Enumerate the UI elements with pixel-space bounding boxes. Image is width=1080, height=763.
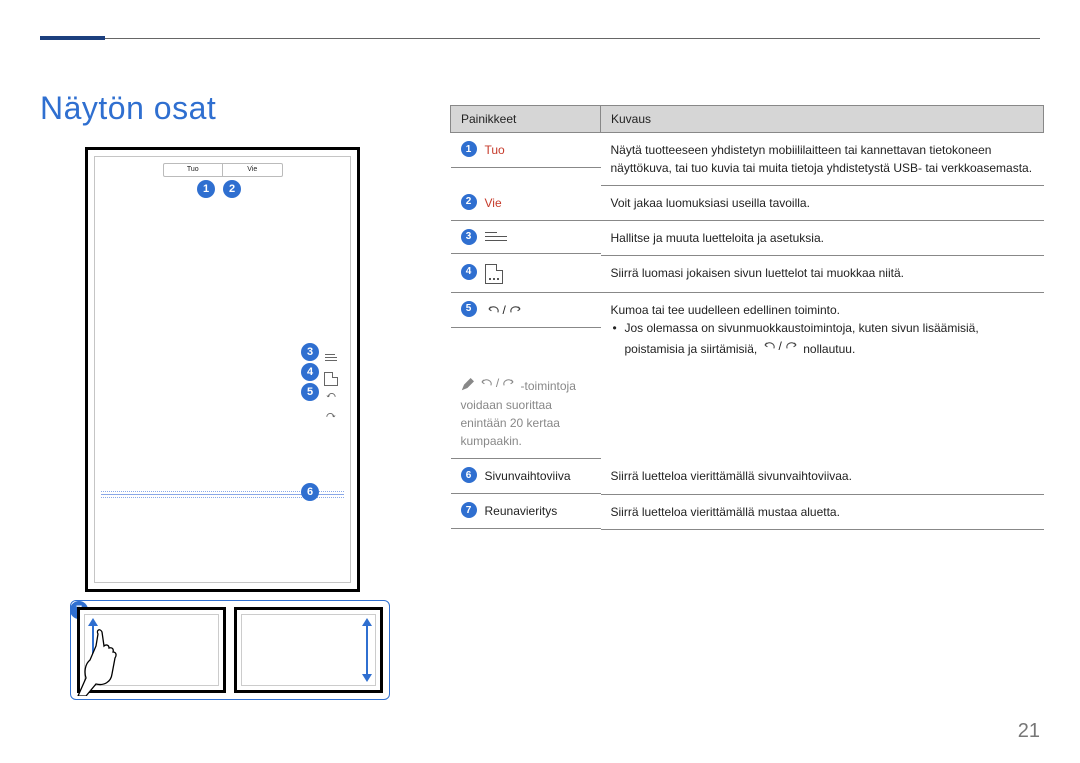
row-desc: Siirrä luetteloa vierittämällä mustaa al… [601, 494, 1044, 529]
row-desc: Kumoa tai tee uudelleen edellinen toimin… [601, 293, 1044, 367]
row-desc: Näytä tuotteeseen yhdistetyn mobiililait… [601, 133, 1044, 186]
callout-6: 6 [301, 483, 319, 501]
mini-screen-left [77, 607, 226, 693]
undo-redo-icon-inline: / [478, 374, 517, 392]
page-number: 21 [1018, 720, 1040, 743]
table-row: 3 Hallitse ja muuta luetteloita ja asetu… [451, 221, 1044, 256]
row-desc: Voit jakaa luomuksiasi useilla tavoilla. [601, 186, 1044, 221]
th-desc: Kuvaus [601, 106, 1044, 133]
hamburger-icon [485, 229, 507, 244]
hamburger-icon [324, 352, 338, 366]
row-label: Vie [485, 194, 502, 212]
pen-icon [461, 377, 475, 396]
row-label: Tuo [485, 141, 505, 159]
table-row: 7 Reunavieritys Siirrä luetteloa vieritt… [451, 494, 1044, 529]
row-badge: 3 [461, 229, 477, 245]
header-rule [40, 38, 1040, 39]
undo-redo-icon: / [485, 301, 524, 319]
tab-export: Vie [223, 164, 282, 176]
row-note: / -toimintoja voidaan suorittaa enintään… [451, 366, 601, 459]
callout-2: 2 [223, 180, 241, 198]
table-row: 5 / Kumoa tai tee uudelleen edellinen to… [451, 293, 1044, 367]
description-table: Painikkeet Kuvaus 1 Tuo Näytä tuotteesee… [450, 105, 1044, 530]
hand-icon [76, 626, 126, 696]
row-label: Sivunvaihtoviiva [485, 467, 571, 485]
row-desc: Siirrä luetteloa vierittämällä sivunvaih… [601, 459, 1044, 495]
table-row: 1 Tuo Näytä tuotteeseen yhdistetyn mobii… [451, 133, 1044, 186]
edge-scroll-illustration [70, 600, 390, 700]
diagram-area: Tuo Vie [40, 105, 400, 700]
row-desc: Hallitse ja muuta luetteloita ja asetuks… [601, 221, 1044, 256]
callout-3: 3 [301, 343, 319, 361]
table-row: 6 Sivunvaihtoviiva Siirrä luetteloa vier… [451, 459, 1044, 495]
undo-redo-icon-inline: / [761, 337, 800, 355]
page-icon [324, 372, 338, 386]
table-row: 4 Siirrä luomasi jokaisen sivun luettelo… [451, 256, 1044, 293]
row-badge: 7 [461, 502, 477, 518]
table-row-note: / -toimintoja voidaan suorittaa enintään… [451, 366, 1044, 459]
row-desc: Siirrä luomasi jokaisen sivun luettelot … [601, 256, 1044, 293]
page-icon [485, 264, 503, 284]
callout-5: 5 [301, 383, 319, 401]
row-badge: 2 [461, 194, 477, 210]
table-row: 2 Vie Voit jakaa luomuksiasi useilla tav… [451, 186, 1044, 221]
row-badge: 4 [461, 264, 477, 280]
header-accent [40, 36, 105, 40]
callout-4: 4 [301, 363, 319, 381]
undo-icon [324, 392, 338, 406]
row-badge: 6 [461, 467, 477, 483]
tab-import: Tuo [164, 164, 223, 176]
th-keys: Painikkeet [451, 106, 601, 133]
row-label: Reunavieritys [485, 502, 558, 520]
mini-screen-right [234, 607, 383, 693]
top-tabs: Tuo Vie [163, 163, 283, 177]
row-badge: 5 [461, 301, 477, 317]
callout-1: 1 [197, 180, 215, 198]
redo-icon [324, 412, 338, 426]
row-badge: 1 [461, 141, 477, 157]
